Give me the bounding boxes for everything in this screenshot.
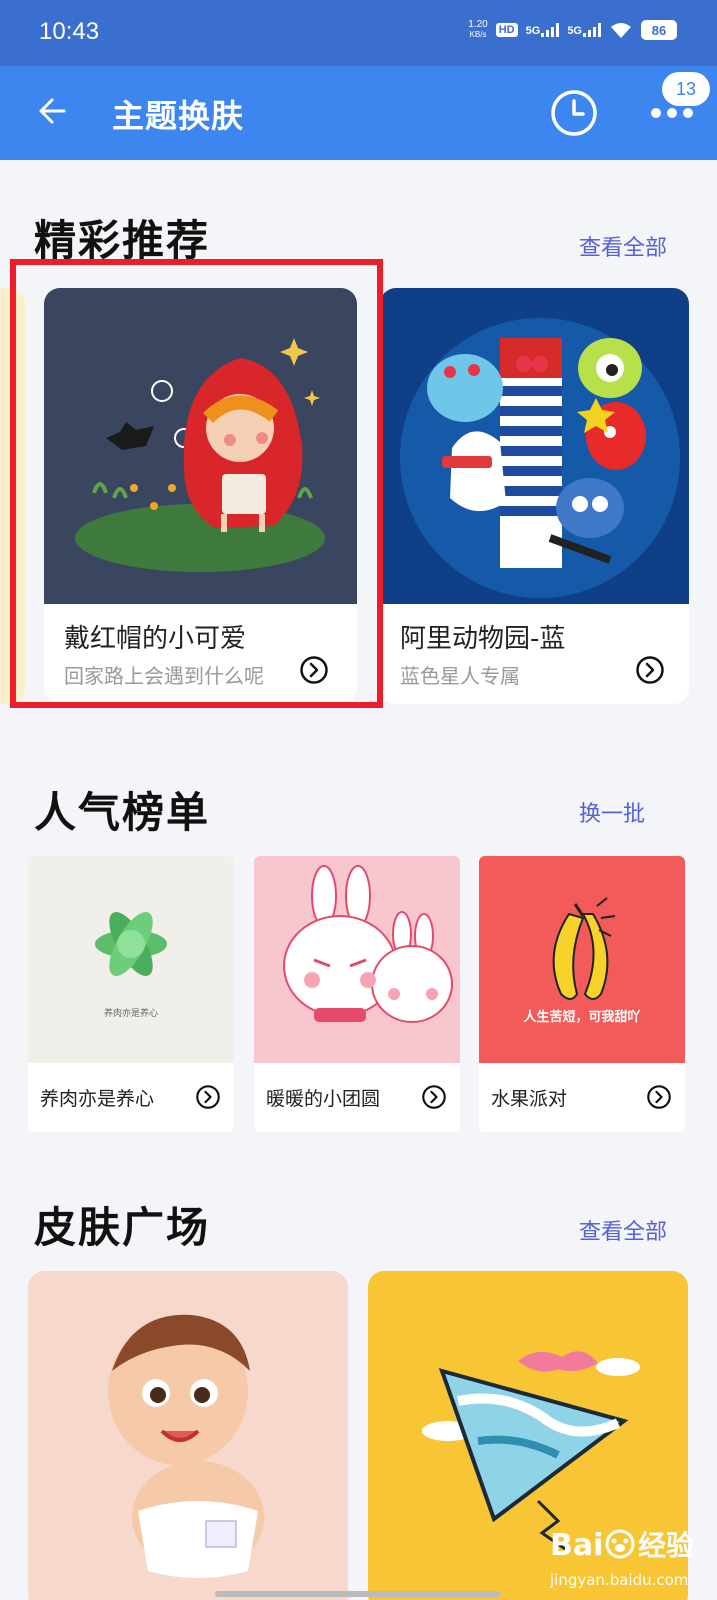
popular-card-bunnies[interactable]: 暖暖的小团圆 bbox=[254, 856, 460, 1132]
theme-desc: 回家路上会遇到什么呢 bbox=[64, 664, 264, 688]
clock-icon[interactable] bbox=[549, 88, 599, 138]
chevron-right-circle-icon[interactable] bbox=[647, 1085, 671, 1109]
watermark-brand: Bai bbox=[550, 1528, 603, 1563]
refresh-batch-link[interactable]: 换一批 bbox=[579, 796, 645, 828]
theme-image-baby bbox=[28, 1271, 348, 1600]
more-icon[interactable] bbox=[650, 106, 694, 120]
notification-badge: 13 bbox=[662, 72, 710, 106]
network-speed: 1.20 KB/s bbox=[468, 20, 487, 40]
network-speed-unit: KB/s bbox=[469, 30, 487, 39]
status-time: 10:43 bbox=[39, 18, 100, 45]
popular-card-succulent[interactable]: 养肉亦是养心 养肉亦是养心 bbox=[28, 856, 234, 1132]
theme-name: 戴红帽的小可爱 bbox=[64, 624, 247, 654]
section-title-recommend: 精彩推荐 bbox=[34, 216, 211, 265]
popular-card-fruit[interactable]: 人生苦短，可我甜吖 水果派对 bbox=[479, 856, 685, 1132]
theme-image-red-hood bbox=[44, 288, 357, 604]
hd-icon: HD bbox=[495, 23, 518, 37]
home-indicator[interactable] bbox=[215, 1591, 501, 1597]
chevron-right-circle-icon[interactable] bbox=[422, 1085, 446, 1109]
sim2-label: 5G bbox=[567, 25, 582, 37]
chevron-right-circle-icon[interactable] bbox=[196, 1085, 220, 1109]
page-title: 主题换肤 bbox=[112, 97, 245, 135]
status-bar: 10:43 1.20 KB/s HD 5G 5G 86 bbox=[0, 0, 717, 66]
succulent-image-caption: 养肉亦是养心 bbox=[103, 1009, 158, 1019]
section-title-popular: 人气榜单 bbox=[34, 788, 211, 837]
watermark-brand-suffix: 经验 bbox=[638, 1529, 694, 1562]
signal-icon-sim2: 5G bbox=[567, 23, 601, 37]
theme-image-succulent: 养肉亦是养心 bbox=[28, 856, 234, 1063]
chevron-right-circle-icon[interactable] bbox=[636, 656, 664, 684]
section-title-plaza: 皮肤广场 bbox=[34, 1203, 211, 1252]
view-all-plaza-link[interactable]: 查看全部 bbox=[579, 1214, 667, 1246]
app-bar: 主题换肤 13 bbox=[0, 66, 717, 160]
partial-card-left[interactable] bbox=[0, 288, 25, 704]
signal-icon-sim1: 5G bbox=[526, 23, 560, 37]
theme-card-ali-zoo[interactable]: 阿里动物园-蓝 蓝色星人专属 bbox=[380, 288, 689, 704]
theme-name: 阿里动物园-蓝 bbox=[400, 624, 566, 654]
theme-name: 水果派对 bbox=[491, 1088, 568, 1110]
sim1-label: 5G bbox=[525, 25, 541, 37]
theme-image-banana: 人生苦短，可我甜吖 bbox=[479, 856, 685, 1063]
theme-name: 养肉亦是养心 bbox=[40, 1088, 155, 1110]
baidu-watermark-logo: Bai 经验 jingyan.baidu.com bbox=[549, 1528, 694, 1589]
battery-icon: 86 bbox=[641, 20, 677, 40]
plaza-card-baby[interactable] bbox=[28, 1271, 348, 1600]
watermark-url: jingyan.baidu.com bbox=[549, 1571, 688, 1589]
theme-card-red-hood[interactable]: 戴红帽的小可爱 回家路上会遇到什么呢 bbox=[44, 288, 357, 704]
chevron-right-circle-icon[interactable] bbox=[300, 656, 328, 684]
status-icons: 1.20 KB/s HD 5G 5G 86 bbox=[468, 20, 677, 40]
back-arrow-icon[interactable] bbox=[34, 91, 74, 131]
theme-image-ali-zoo bbox=[380, 288, 689, 604]
wifi-icon bbox=[611, 23, 631, 38]
theme-image-bunnies bbox=[254, 856, 460, 1063]
theme-desc: 蓝色星人专属 bbox=[400, 664, 520, 688]
fruit-image-caption: 人生苦短，可我甜吖 bbox=[523, 1010, 641, 1025]
battery-level: 86 bbox=[651, 22, 667, 38]
theme-name: 暖暖的小团圆 bbox=[266, 1088, 381, 1110]
view-all-recommend-link[interactable]: 查看全部 bbox=[579, 230, 667, 262]
network-speed-value: 1.20 bbox=[468, 19, 488, 30]
